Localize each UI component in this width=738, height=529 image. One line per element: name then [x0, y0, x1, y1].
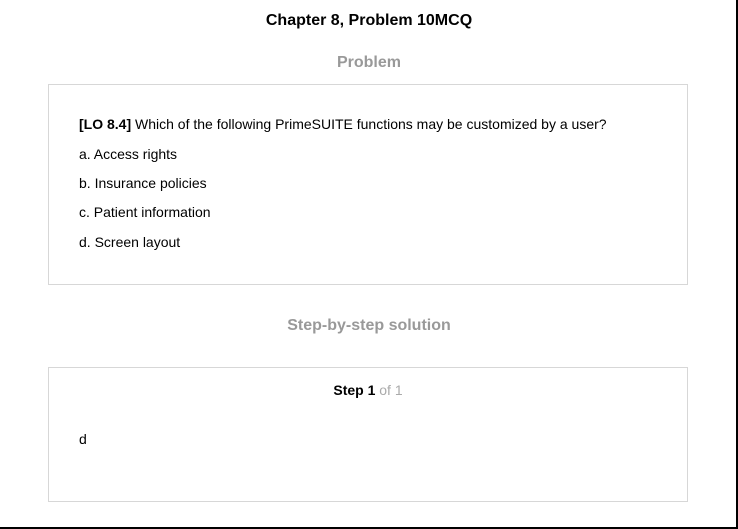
problem-card: [LO 8.4] Which of the following PrimeSUI…	[48, 84, 688, 285]
solution-card: Step 1 of 1 d	[48, 367, 688, 502]
learning-objective-tag: [LO 8.4]	[79, 116, 132, 132]
problem-heading: Problem	[336, 54, 401, 71]
answer-text: d	[79, 431, 87, 447]
question-body: Which of the following PrimeSUITE functi…	[135, 116, 607, 132]
option-d: d. Screen layout	[79, 234, 181, 250]
step-total: of 1	[379, 382, 403, 398]
option-a: a. Access rights	[79, 146, 178, 162]
question-text: [LO 8.4] Which of the following PrimeSUI…	[79, 115, 607, 133]
solution-heading: Step-by-step solution	[287, 317, 451, 334]
option-c: c. Patient information	[79, 204, 211, 220]
option-b: b. Insurance policies	[79, 175, 207, 191]
step-indicator: Step 1 of 1	[49, 381, 687, 399]
step-number: Step 1	[333, 382, 376, 398]
chapter-title: Chapter 8, Problem 10MCQ	[265, 12, 473, 29]
